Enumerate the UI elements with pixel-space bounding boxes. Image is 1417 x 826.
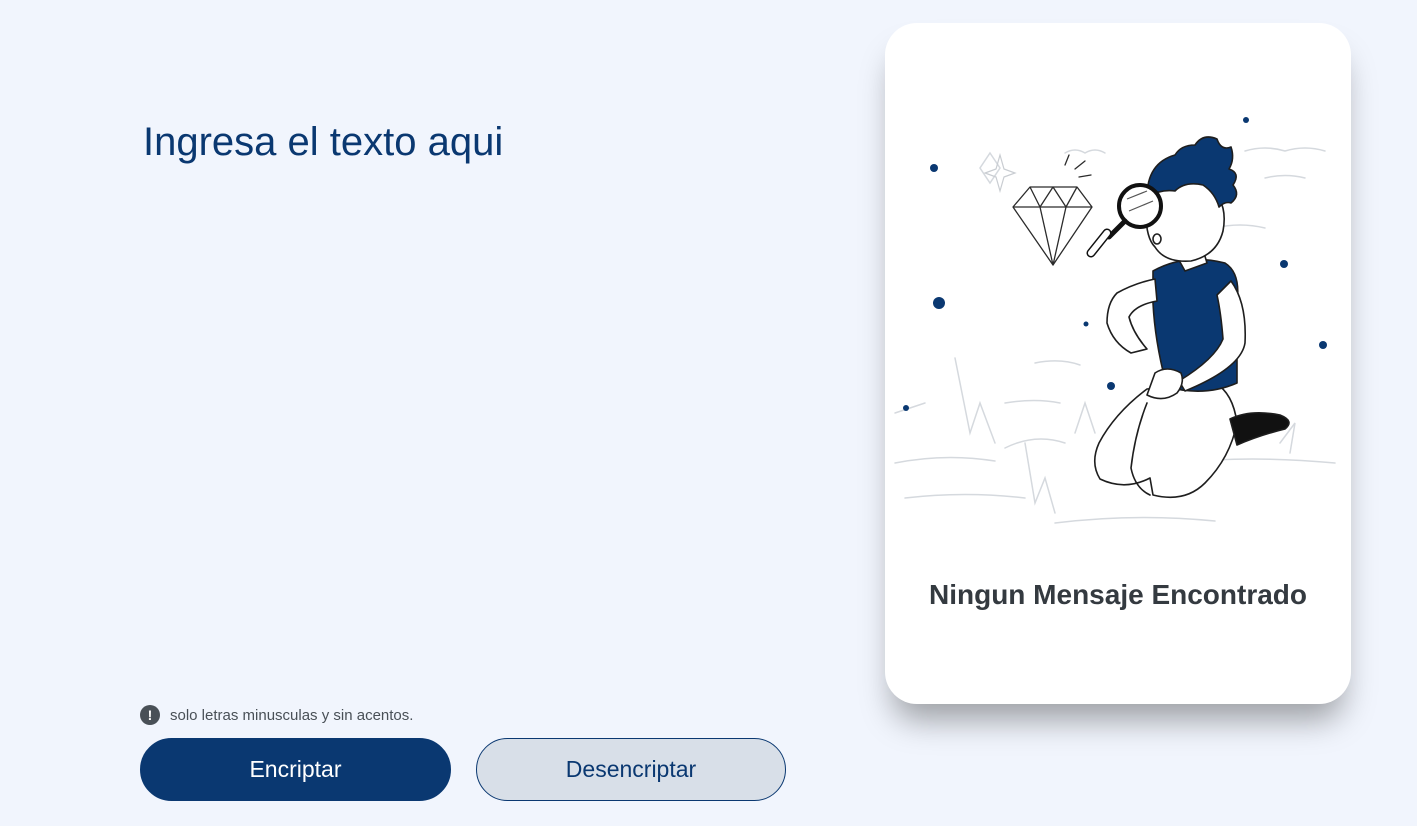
decrypt-button[interactable]: Desencriptar [476,738,786,801]
encrypt-button[interactable]: Encriptar [140,738,451,801]
input-hint: ! solo letras minusculas y sin acentos. [140,705,413,725]
hint-text: solo letras minusculas y sin acentos. [170,706,414,724]
output-card: Ningun Mensaje Encontrado [885,23,1351,704]
exclamation-icon: ! [140,705,160,725]
page: ! solo letras minusculas y sin acentos. … [0,0,1417,826]
no-message-title: Ningun Mensaje Encontrado [928,579,1308,610]
person-with-magnifying-glass-illustration [894,117,1336,524]
text-input[interactable] [143,120,803,660]
